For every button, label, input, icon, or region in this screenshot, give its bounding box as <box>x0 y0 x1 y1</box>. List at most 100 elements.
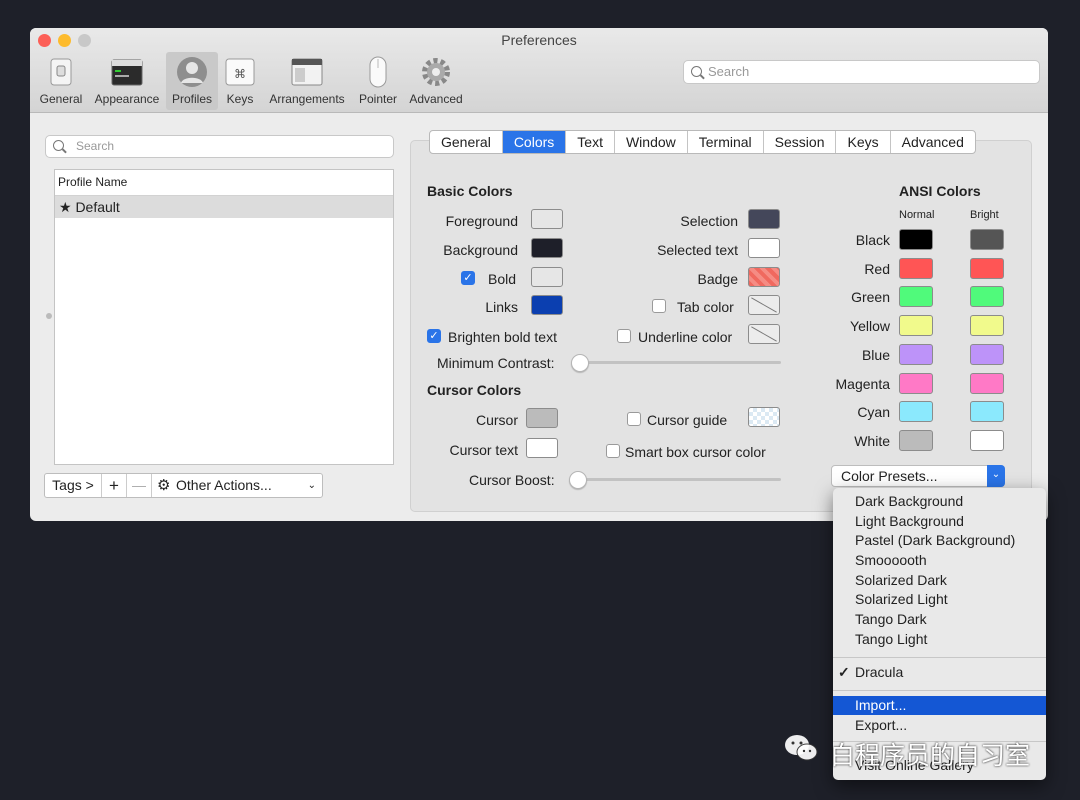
search-placeholder: Search <box>708 64 750 79</box>
tab-color-swatch[interactable] <box>748 295 780 315</box>
menu-item[interactable]: Smoooooth <box>833 551 1046 570</box>
checkmark-icon: ✓ <box>838 664 850 680</box>
menu-item-dracula[interactable]: ✓ Dracula <box>833 663 1046 682</box>
cursor-text-swatch[interactable] <box>526 438 558 458</box>
ansi-green-bright-swatch[interactable] <box>970 286 1004 308</box>
cursor-text-label: Cursor text <box>449 442 518 458</box>
tab-text[interactable]: Text <box>566 131 615 153</box>
tab-session[interactable]: Session <box>764 131 837 153</box>
tab-colors[interactable]: Colors <box>502 131 567 153</box>
other-actions-button[interactable]: ⚙ Other Actions... ⌄ <box>152 474 322 497</box>
tab-color-checkbox[interactable] <box>652 299 666 313</box>
menu-item[interactable]: Solarized Light <box>833 590 1046 609</box>
chevron-down-icon: ⌄ <box>987 465 1005 487</box>
menu-item[interactable]: Tango Dark <box>833 610 1046 629</box>
menu-item[interactable]: Dark Background <box>833 492 1046 511</box>
preferences-window: Preferences General Appearance Profiles … <box>30 28 1048 521</box>
resize-handle[interactable] <box>46 313 52 319</box>
ansi-white-normal-swatch[interactable] <box>899 429 933 451</box>
ansi-white-bright-swatch[interactable] <box>970 429 1004 451</box>
toolbar-general[interactable]: General <box>36 52 86 110</box>
toolbar-keys[interactable]: ⌘ Keys <box>222 52 258 110</box>
menu-item-import[interactable]: Import... <box>833 696 1046 715</box>
links-swatch[interactable] <box>531 295 563 315</box>
profile-search-input[interactable]: Search <box>45 135 394 158</box>
add-profile-button[interactable]: + <box>102 474 127 497</box>
toolbar-profiles[interactable]: Profiles <box>166 52 218 110</box>
other-actions-label: Other Actions... <box>176 477 272 493</box>
ansi-red-bright-swatch[interactable] <box>970 257 1004 279</box>
ansi-blue-label: Blue <box>861 346 890 363</box>
ansi-yellow-normal-swatch[interactable] <box>899 315 933 337</box>
toolbar-advanced[interactable]: Advanced <box>406 52 466 110</box>
arrangements-icon <box>291 58 323 86</box>
tab-advanced[interactable]: Advanced <box>891 131 975 153</box>
bold-swatch[interactable] <box>531 267 563 287</box>
selected-text-swatch[interactable] <box>748 238 780 258</box>
remove-profile-button[interactable]: — <box>127 474 152 497</box>
min-contrast-slider[interactable] <box>579 361 781 364</box>
tab-window[interactable]: Window <box>615 131 688 153</box>
color-presets-label: Color Presets... <box>841 468 938 484</box>
normal-column-label: Normal <box>899 209 935 221</box>
menu-item-export[interactable]: Export... <box>833 716 1046 735</box>
ansi-yellow-bright-swatch[interactable] <box>970 315 1004 337</box>
list-item[interactable]: ★ Default <box>55 196 393 218</box>
background-swatch[interactable] <box>531 238 563 258</box>
brighten-bold-checkbox[interactable]: ✓ <box>427 329 441 343</box>
tab-color-label: Tab color <box>677 299 734 315</box>
cursor-colors-heading: Cursor Colors <box>427 382 522 398</box>
cursor-boost-knob[interactable] <box>569 471 587 489</box>
ansi-cyan-bright-swatch[interactable] <box>970 401 1004 423</box>
ansi-black-bright-swatch[interactable] <box>970 229 1004 250</box>
ansi-black-normal-swatch[interactable] <box>899 229 933 250</box>
ansi-black-label: Black <box>855 232 890 248</box>
underline-color-checkbox[interactable] <box>617 329 631 343</box>
bold-checkbox[interactable]: ✓ <box>461 271 475 285</box>
cursor-boost-slider[interactable] <box>575 478 781 481</box>
ansi-colors-heading: ANSI Colors <box>899 183 981 199</box>
badge-label: Badge <box>697 271 738 287</box>
cursor-guide-swatch[interactable] <box>748 407 780 427</box>
tab-general[interactable]: General <box>430 131 503 153</box>
tab-terminal[interactable]: Terminal <box>688 131 764 153</box>
smart-box-checkbox[interactable] <box>606 444 620 458</box>
ansi-green-normal-swatch[interactable] <box>899 286 933 308</box>
cursor-guide-checkbox[interactable] <box>627 412 641 426</box>
ansi-magenta-bright-swatch[interactable] <box>970 372 1004 394</box>
column-header-profile-name[interactable]: Profile Name <box>55 170 393 196</box>
ansi-green-label: Green <box>851 289 890 306</box>
profile-tabs: General Colors Text Window Terminal Sess… <box>429 130 976 154</box>
wechat-icon <box>784 733 818 763</box>
toolbar: Preferences General Appearance Profiles … <box>30 28 1048 113</box>
underline-color-swatch[interactable] <box>748 324 780 344</box>
user-icon <box>177 57 207 87</box>
selection-swatch[interactable] <box>748 209 780 229</box>
min-contrast-knob[interactable] <box>571 354 589 372</box>
menu-item[interactable]: Tango Light <box>833 630 1046 649</box>
menu-item[interactable]: Pastel (Dark Background) <box>833 531 1046 550</box>
ansi-magenta-normal-swatch[interactable] <box>899 372 933 394</box>
cursor-swatch[interactable] <box>526 408 558 428</box>
tags-button[interactable]: Tags > <box>45 474 102 497</box>
foreground-swatch[interactable] <box>531 209 563 229</box>
links-label: Links <box>485 299 518 315</box>
menu-item[interactable]: Solarized Dark <box>833 571 1046 590</box>
ansi-red-label: Red <box>864 260 890 277</box>
window-icon <box>111 59 143 86</box>
window-title: Preferences <box>501 32 577 48</box>
toolbar-pointer[interactable]: Pointer <box>354 52 402 110</box>
ansi-blue-normal-swatch[interactable] <box>899 343 933 365</box>
toolbar-search-input[interactable]: Search <box>683 60 1040 84</box>
ansi-red-normal-swatch[interactable] <box>899 257 933 279</box>
cursor-label: Cursor <box>475 412 518 428</box>
toolbar-arrangements[interactable]: Arrangements <box>264 52 350 110</box>
ansi-blue-bright-swatch[interactable] <box>970 343 1004 365</box>
tab-keys[interactable]: Keys <box>836 131 891 153</box>
cursor-boost-label: Cursor Boost: <box>469 472 555 488</box>
badge-swatch[interactable] <box>748 267 780 287</box>
menu-item[interactable]: Light Background <box>833 512 1046 531</box>
toolbar-appearance[interactable]: Appearance <box>90 52 164 110</box>
color-presets-dropdown[interactable]: Color Presets... ⌄ <box>831 465 1005 487</box>
ansi-cyan-normal-swatch[interactable] <box>899 401 933 423</box>
